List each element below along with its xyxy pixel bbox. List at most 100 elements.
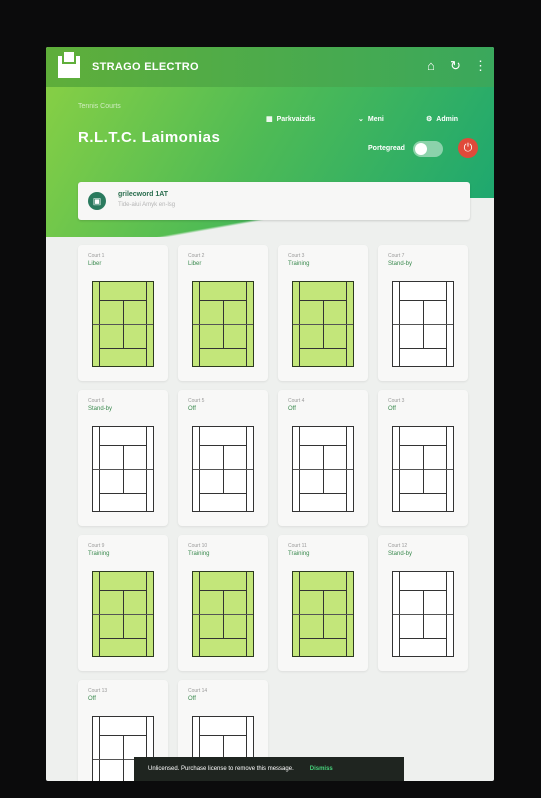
court-card[interactable]: Court 9 Training: [78, 535, 168, 671]
court-number: Court 5: [188, 398, 205, 404]
court-card[interactable]: Court 2 Liber: [178, 245, 268, 381]
center-line: [423, 445, 424, 493]
service-line: [399, 492, 447, 494]
sideline: [99, 717, 100, 781]
license-toast: Unlicensed. Purchase license to remove t…: [134, 757, 404, 781]
court-diagram: [192, 281, 254, 367]
court-status: Stand-by: [388, 551, 413, 557]
court-diagram: [192, 571, 254, 657]
breadcrumb[interactable]: Tennis Courts: [78, 103, 121, 110]
app-logo: [58, 50, 80, 78]
court-diagram: [92, 426, 154, 512]
court-number: Court 7: [388, 253, 405, 259]
court-diagram: [292, 426, 354, 512]
court-number: Court 12: [388, 543, 408, 549]
court-diagram: [292, 281, 354, 367]
court-diagram: [392, 281, 454, 367]
court-diagram: [192, 426, 254, 512]
court-card[interactable]: Court 4 Off: [278, 390, 368, 526]
service-line: [299, 637, 347, 639]
grid-icon: ▦: [266, 116, 273, 123]
chevron-down-icon: ⌄: [358, 116, 364, 123]
gear-icon: ⚙: [426, 116, 433, 123]
more-vert-icon[interactable]: ⋮: [474, 58, 487, 74]
alert-subtitle: Tide-aiui Amyk en-lsg: [118, 202, 176, 208]
center-line: [123, 735, 124, 781]
court-number: Court 10: [188, 543, 208, 549]
service-line: [199, 637, 247, 639]
center-line: [423, 300, 424, 348]
court-card[interactable]: Court 3 Training: [278, 245, 368, 381]
center-line: [123, 445, 124, 493]
court-card[interactable]: Court 12 Stand-by: [378, 535, 468, 671]
top-app-bar: STRAGO ELECTRO ⌂ ↻ ⋮: [46, 47, 494, 87]
court-status: Training: [288, 551, 310, 557]
court-diagram: [92, 281, 154, 367]
toast-message: Unlicensed. Purchase license to remove t…: [148, 766, 294, 772]
center-line: [123, 590, 124, 638]
status-alert-card[interactable]: ▣ grilecword 1AT Tide-aiui Amyk en-lsg: [78, 182, 470, 220]
service-line: [99, 637, 147, 639]
court-status: Off: [388, 406, 396, 412]
court-status: Off: [288, 406, 296, 412]
service-line: [299, 347, 347, 349]
court-card[interactable]: Court 10 Training: [178, 535, 268, 671]
nav-menu-label: Meni: [367, 115, 384, 123]
power-icon: ⏻: [463, 142, 473, 154]
service-line: [399, 637, 447, 639]
nav-admin[interactable]: ⚙ Admin: [426, 115, 459, 124]
court-status: Liber: [88, 261, 102, 267]
power-button[interactable]: ⏻: [458, 138, 478, 158]
dismiss-button[interactable]: Dismiss: [310, 766, 333, 772]
alert-title: grilecword 1AT: [118, 191, 169, 198]
court-status: Training: [288, 261, 310, 267]
page-title: R.L.T.C. Laimonias: [78, 129, 221, 146]
nav-park-view[interactable]: ▦ Parkvaizdis: [266, 115, 316, 124]
center-line: [223, 445, 224, 493]
court-number: Court 4: [288, 398, 305, 404]
center-line: [223, 590, 224, 638]
nav-menu[interactable]: ⌄ Meni: [358, 115, 384, 124]
lock-icon: ▣: [88, 192, 106, 210]
court-status: Liber: [188, 261, 202, 267]
court-status: Training: [188, 551, 210, 557]
court-diagram: [292, 571, 354, 657]
center-line: [123, 300, 124, 348]
court-diagram: [92, 571, 154, 657]
center-line: [323, 445, 324, 493]
court-number: Court 1: [88, 253, 105, 259]
court-number: Court 11: [288, 543, 307, 549]
court-number: Court 14: [188, 688, 208, 694]
service-line: [399, 347, 447, 349]
center-line: [223, 300, 224, 348]
nav-admin-label: Admin: [436, 115, 459, 123]
mode-toggle[interactable]: [413, 141, 443, 157]
service-line: [199, 347, 247, 349]
court-status: Stand-by: [388, 261, 413, 267]
court-diagram: [392, 426, 454, 512]
court-card[interactable]: Court 6 Stand-by: [78, 390, 168, 526]
court-number: Court 9: [88, 543, 105, 549]
court-status: Off: [188, 406, 196, 412]
court-status: Stand-by: [88, 406, 113, 412]
court-number: Court 13: [88, 688, 108, 694]
center-line: [423, 590, 424, 638]
center-line: [323, 590, 324, 638]
court-card[interactable]: Court 7 Stand-by: [378, 245, 468, 381]
home-icon[interactable]: ⌂: [427, 58, 435, 73]
court-status: Training: [88, 551, 110, 557]
toggle-knob: [415, 143, 427, 155]
center-line: [323, 300, 324, 348]
court-card[interactable]: Court 11 Training: [278, 535, 368, 671]
refresh-icon[interactable]: ↻: [450, 58, 461, 74]
court-status: Off: [188, 696, 196, 702]
court-card[interactable]: Court 3 Off: [378, 390, 468, 526]
court-card[interactable]: Court 1 Liber: [78, 245, 168, 381]
court-number: Court 3: [288, 253, 305, 259]
court-number: Court 6: [88, 398, 105, 404]
app-screen: STRAGO ELECTRO ⌂ ↻ ⋮ Tennis Courts R.L.T…: [46, 47, 494, 781]
nav-park-view-label: Parkvaizdis: [276, 115, 316, 123]
court-number: Court 2: [188, 253, 205, 259]
court-card[interactable]: Court 5 Off: [178, 390, 268, 526]
court-status: Off: [88, 696, 96, 702]
